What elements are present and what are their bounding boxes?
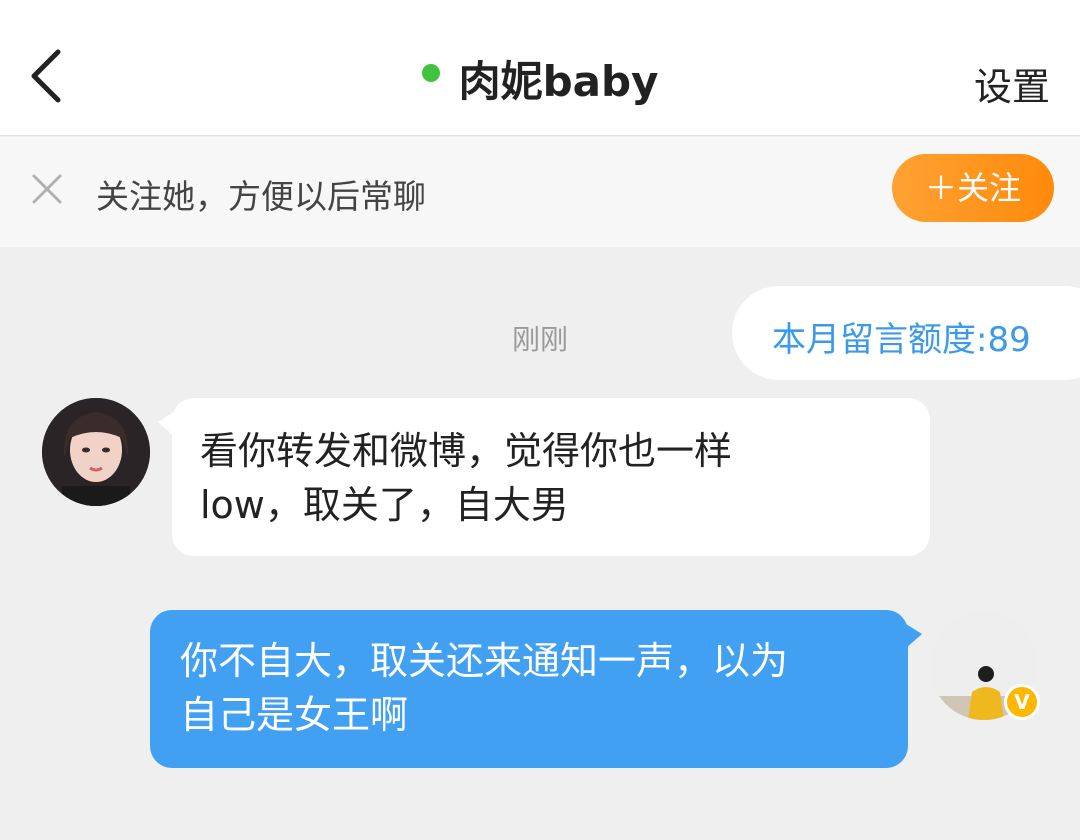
follow-button[interactable]: ＋关注 — [892, 154, 1054, 222]
online-status-dot — [421, 63, 440, 82]
close-icon — [32, 174, 62, 204]
chat-title: 肉妮baby — [458, 57, 659, 106]
close-follow-bar-button[interactable] — [30, 172, 64, 206]
timestamp-label: 刚刚 — [511, 323, 568, 356]
title-area: 肉妮baby — [0, 48, 1080, 109]
outgoing-line-2: 自己是女王啊 — [180, 693, 409, 737]
outgoing-message-text: 你不自大，取关还来通知一声，以为 自己是女王啊 — [180, 634, 880, 742]
settings-button[interactable]: 设置 — [974, 56, 1050, 111]
follow-prompt-text: 关注她，方便以后常聊 — [96, 177, 426, 216]
self-avatar[interactable]: V — [930, 612, 1040, 720]
contact-avatar-image — [42, 398, 150, 506]
chat-header: 肉妮baby 设置 — [0, 0, 1080, 136]
incoming-line-2: low，取关了，自大男 — [200, 483, 569, 527]
outgoing-line-1: 你不自大，取关还来通知一声，以为 — [180, 639, 789, 683]
incoming-line-1: 看你转发和微博，觉得你也一样 — [200, 429, 733, 473]
incoming-message-text: 看你转发和微博，觉得你也一样 low，取关了，自大男 — [200, 424, 900, 532]
verified-badge-icon: V — [1004, 684, 1040, 720]
contact-avatar[interactable] — [42, 398, 150, 506]
message-timestamp: 刚刚 — [0, 318, 1080, 358]
